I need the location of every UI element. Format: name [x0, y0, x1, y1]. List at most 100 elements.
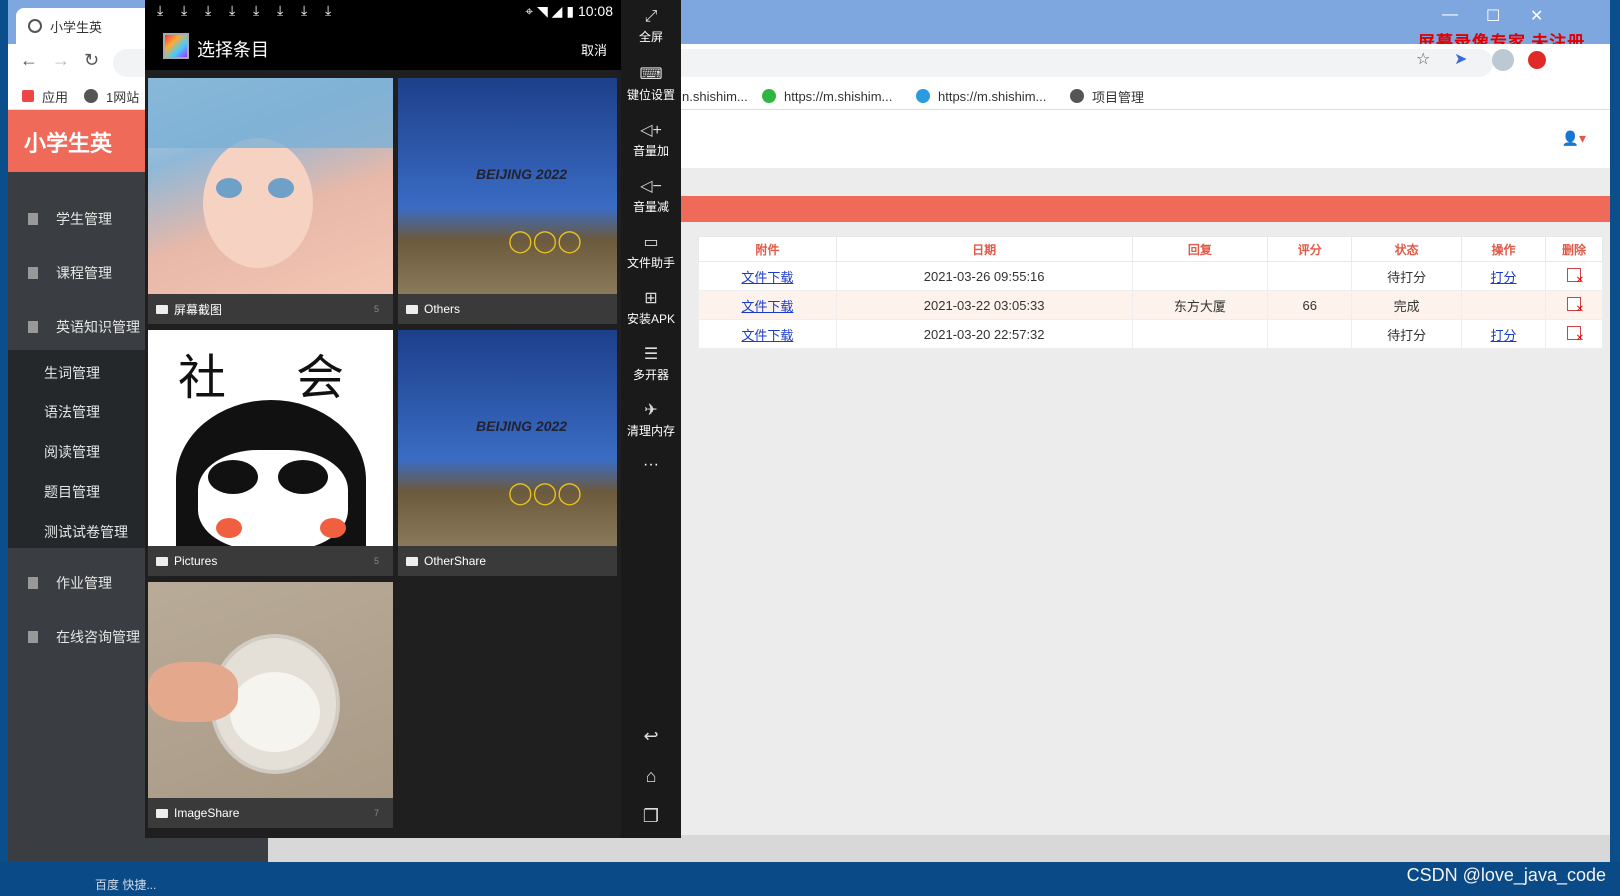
date-cell: 2021-03-26 09:55:16 [835, 261, 1133, 291]
download-link[interactable]: 文件下载 [741, 328, 793, 343]
date-cell: 2021-03-20 22:57:32 [835, 319, 1133, 349]
submenu-item-vocab[interactable]: 生词管理 [44, 363, 100, 383]
download-link[interactable]: 文件下载 [741, 270, 793, 285]
browser-tab[interactable]: 小学生英 [16, 8, 166, 44]
picker-title: 选择条目 [197, 40, 269, 60]
album-thumbnail: 社 会 [148, 330, 393, 546]
bookmark-4[interactable]: https://m.shishim... [916, 82, 1046, 110]
tab-title: 小学生英 [50, 19, 103, 35]
col-date: 日期 [835, 236, 1133, 262]
monitor-icon: ▭ [643, 234, 659, 251]
download-icon: ⤓ [157, 2, 164, 18]
signal-icon: ◢ [551, 3, 563, 19]
volume-up-button[interactable]: ◁+ 音量加 [621, 120, 681, 159]
reply-cell [1131, 319, 1269, 349]
close-icon[interactable]: ✕ [1530, 6, 1543, 26]
bookmark-apps[interactable]: 应用 [22, 82, 68, 110]
status-cell: 待打分 [1351, 261, 1463, 291]
download-icon: ⤓ [301, 2, 308, 18]
submenu-item-tests[interactable]: 测试试卷管理 [44, 522, 128, 542]
battery-icon: ▮ [566, 3, 575, 19]
submenu-item-grammar[interactable]: 语法管理 [44, 402, 100, 422]
back-icon[interactable]: ↩ [621, 726, 681, 747]
delete-icon[interactable] [1567, 296, 1584, 315]
submenu-item-questions[interactable]: 题目管理 [44, 482, 100, 502]
android-emulator: ⤓ ⤓ ⤓ ⤓ ⤓ ⤓ ⤓ ⤓ ⌖ ◥ ◢ ▮ 10:08 选择条目 取消 屏幕… [145, 0, 681, 838]
home-icon[interactable]: ⌂ [621, 766, 681, 787]
album-caption: ImageShare 7 [148, 798, 393, 828]
location-icon: ⌖ [525, 3, 534, 19]
desktop-left-edge [0, 0, 8, 896]
album-thumbnail: BEIJING 2022 ◯◯◯ [398, 78, 617, 294]
submenu-item-reading[interactable]: 阅读管理 [44, 442, 100, 462]
globe-icon [1070, 89, 1084, 103]
multi-instance-button[interactable]: ☰ 多开器 [621, 344, 681, 383]
bookmark-3[interactable]: https://m.shishim... [762, 82, 892, 110]
grade-link[interactable]: 打分 [1491, 270, 1517, 285]
bookmark-5[interactable]: 项目管理 [1070, 82, 1144, 110]
bookmark-2[interactable]: n.shishim... [682, 82, 748, 110]
date-cell: 2021-03-22 03:05:33 [835, 290, 1133, 320]
keyboard-icon: ⌨ [639, 66, 663, 83]
folder-icon [406, 304, 418, 314]
status-cell: 完成 [1351, 290, 1463, 320]
back-icon[interactable]: ← [20, 50, 38, 71]
album-caption: Pictures 5 [148, 546, 393, 576]
download-icon: ⤓ [325, 2, 332, 18]
col-action: 操作 [1461, 236, 1546, 262]
document-icon [28, 577, 38, 589]
album-caption: Others [398, 294, 617, 324]
volume-down-button[interactable]: ◁− 音量减 [621, 176, 681, 215]
keymap-button[interactable]: ⌨ 键位设置 [621, 64, 681, 103]
col-score: 评分 [1267, 236, 1353, 262]
album-tile-others[interactable]: BEIJING 2022 ◯◯◯ Others [398, 78, 617, 324]
table-row: 文件下载 2021-03-22 03:05:33 东方大厦 66 完成 [698, 290, 1603, 320]
album-tile-pictures[interactable]: 社 会 Pictures 5 [148, 330, 393, 576]
download-icon: ⤓ [277, 2, 284, 18]
stack-icon: ☰ [643, 346, 659, 363]
taskbar-text: 百度 快捷... [95, 878, 157, 892]
album-thumbnail [148, 582, 393, 798]
reload-icon[interactable]: ↻ [84, 50, 99, 71]
update-icon[interactable] [1528, 51, 1546, 69]
download-icon: ⤓ [181, 2, 188, 18]
recent-apps-icon[interactable]: ❐ [621, 806, 681, 827]
picker-app-bar: 选择条目 取消 [145, 24, 621, 70]
folder-icon [156, 556, 168, 566]
user-icon[interactable]: 👤▾ [1562, 130, 1586, 147]
file-assistant-button[interactable]: ▭ 文件助手 [621, 232, 681, 271]
olympic-rings-icon: ◯◯◯ [508, 480, 582, 505]
col-reply: 回复 [1131, 236, 1269, 262]
profile-avatar[interactable] [1492, 49, 1514, 71]
delete-icon[interactable] [1567, 267, 1584, 286]
folder-icon [406, 556, 418, 566]
wifi-icon: ◥ [537, 3, 548, 19]
android-status-bar: ⤓ ⤓ ⤓ ⤓ ⤓ ⤓ ⤓ ⤓ ⌖ ◥ ◢ ▮ 10:08 [145, 0, 621, 24]
reply-cell [1131, 261, 1269, 291]
col-attachment: 附件 [698, 236, 837, 262]
album-tile-othershare[interactable]: BEIJING 2022 ◯◯◯ OtherShare [398, 330, 617, 576]
install-apk-button[interactable]: ⊞ 安装APK [621, 288, 681, 327]
download-icon: ⤓ [229, 2, 236, 18]
minimize-icon[interactable]: — [1442, 6, 1458, 24]
clear-memory-button[interactable]: ✈ 清理内存 [621, 400, 681, 439]
bookmark-1[interactable]: 1网站 [84, 82, 139, 110]
globe-icon [84, 89, 98, 103]
status-cell: 待打分 [1351, 319, 1463, 349]
volume-up-icon: ◁+ [640, 122, 662, 139]
extension-icon[interactable]: ➤ [1454, 49, 1467, 69]
album-tile-screenshots[interactable]: 屏幕截图 5 [148, 78, 393, 324]
fullscreen-button[interactable]: ⤢ 全屏 [621, 8, 681, 45]
cancel-button[interactable]: 取消 [581, 40, 607, 59]
download-link[interactable]: 文件下载 [741, 299, 793, 314]
bookmark-star-icon[interactable]: ☆ [1416, 49, 1430, 69]
more-button[interactable]: ··· [621, 456, 681, 474]
table-header-row: 附件 日期 回复 评分 状态 操作 删除 [698, 236, 1603, 262]
album-tile-imageshare[interactable]: ImageShare 7 [148, 582, 393, 828]
forward-icon[interactable]: → [52, 50, 70, 71]
apk-icon: ⊞ [644, 290, 658, 307]
site-icon [916, 89, 930, 103]
grade-link[interactable]: 打分 [1491, 328, 1517, 343]
delete-icon[interactable] [1567, 325, 1584, 344]
maximize-icon[interactable]: ☐ [1486, 6, 1500, 26]
